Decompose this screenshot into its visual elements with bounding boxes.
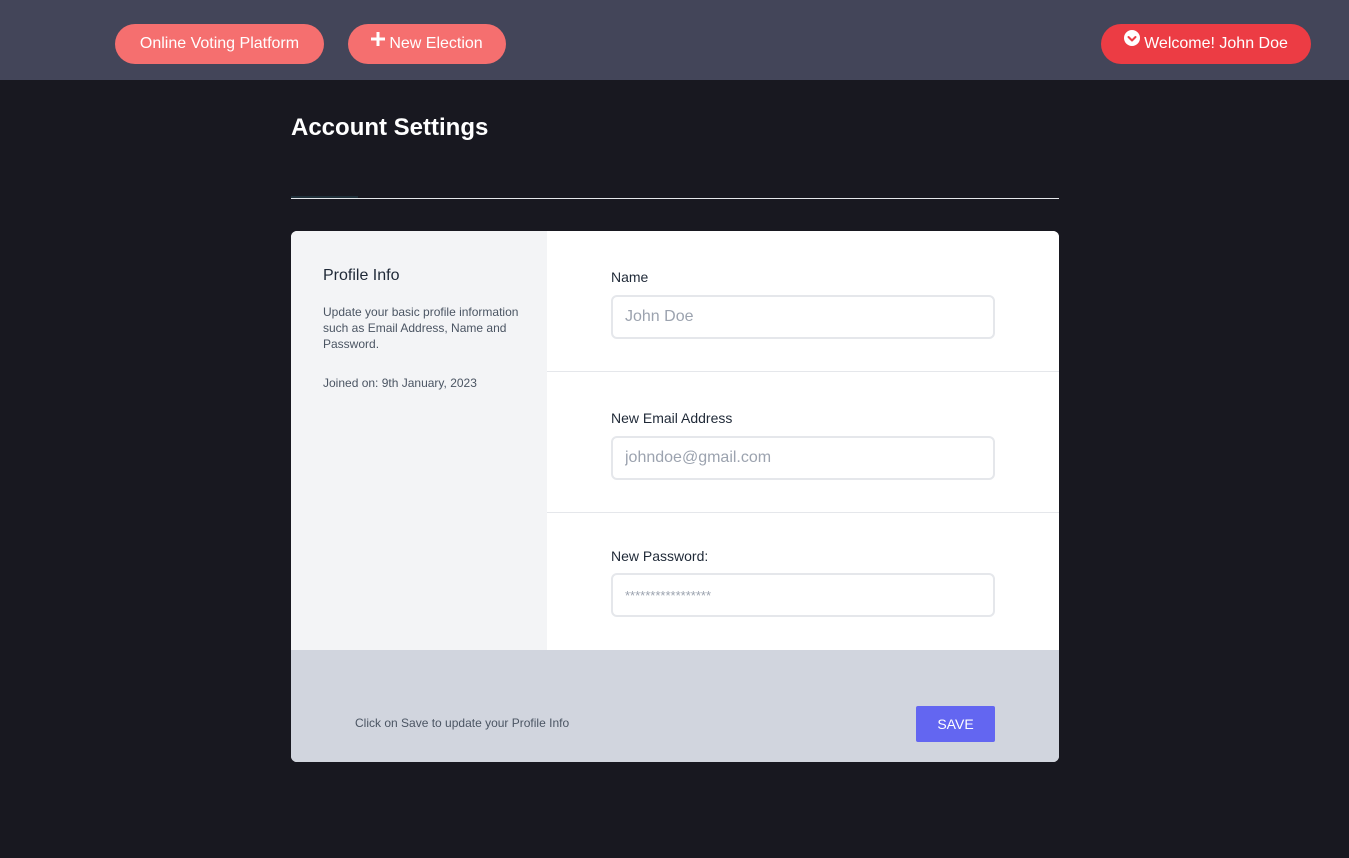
plus-icon (371, 22, 386, 62)
new-election-label: New Election (389, 35, 483, 53)
profile-info-description: Update your basic profile information su… (323, 305, 519, 351)
save-button[interactable]: SAVE (916, 706, 995, 742)
joined-date: Joined on: 9th January, 2023 (323, 376, 477, 390)
welcome-label: Welcome! John Doe (1144, 35, 1288, 53)
title-divider (291, 198, 1059, 199)
title-divider-accent (291, 196, 358, 198)
user-menu-button[interactable]: Welcome! John Doe (1101, 24, 1311, 64)
profile-form: Name New Email Address New Password: (547, 231, 1059, 650)
brand-label: Online Voting Platform (139, 35, 300, 52)
name-input[interactable] (611, 295, 995, 339)
account-settings-card: Profile Info Update your basic profile i… (291, 231, 1059, 762)
check-circle-icon (1124, 22, 1141, 62)
email-input[interactable] (611, 436, 995, 480)
profile-info-title: Profile Info (323, 267, 400, 284)
brand-button[interactable]: Online Voting Platform (115, 24, 324, 64)
profile-info-panel: Profile Info Update your basic profile i… (291, 231, 547, 650)
password-label: New Password: (611, 548, 709, 564)
password-input[interactable] (611, 573, 995, 617)
row-divider (547, 512, 1059, 513)
row-divider (547, 371, 1059, 372)
save-hint: Click on Save to update your Profile Inf… (355, 716, 570, 730)
page-title: Account Settings (291, 114, 489, 141)
new-election-button[interactable]: New Election (348, 24, 506, 64)
name-label: Name (611, 269, 649, 285)
top-navbar: Online Voting Platform New Election Welc… (0, 0, 1349, 80)
email-label: New Email Address (611, 410, 733, 426)
